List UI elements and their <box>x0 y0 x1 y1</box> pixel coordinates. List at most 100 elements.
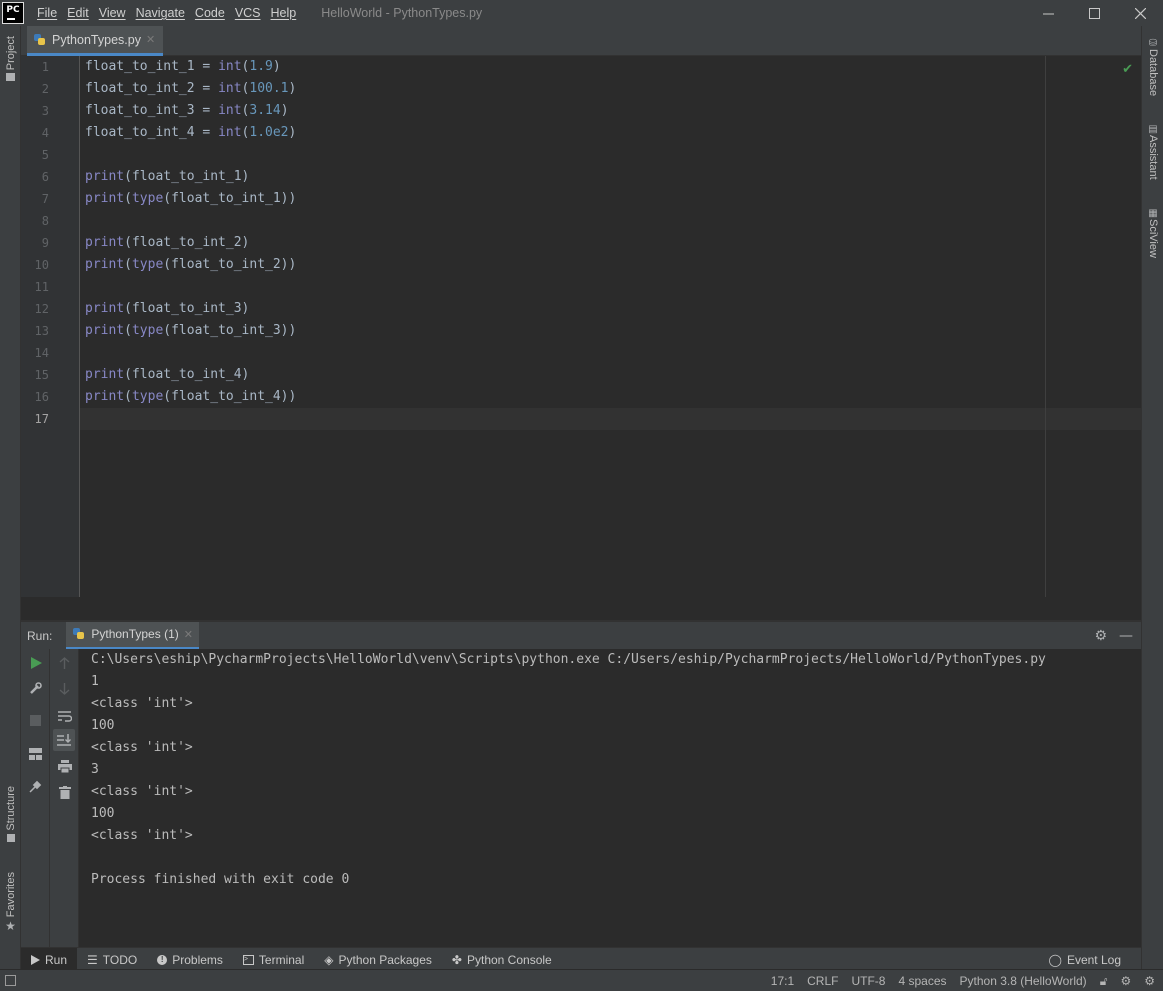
database-tool-button[interactable]: ⛁ Database <box>1142 38 1163 96</box>
todo-tool-button[interactable]: ☰ TODO <box>77 948 147 972</box>
run-console-output[interactable]: C:\Users\eship\PycharmProjects\HelloWorl… <box>79 649 1141 947</box>
line-number: 4 <box>41 126 49 140</box>
tab-python-types[interactable]: PythonTypes.py ✕ <box>27 26 164 56</box>
favorites-tool-button[interactable]: Favorites ★ <box>0 872 21 933</box>
console-line: 3 <box>91 762 99 777</box>
code-line[interactable]: float_to_int_1 = int(1.9) <box>85 56 281 78</box>
inspection-icon[interactable]: ⚙ <box>1120 974 1131 988</box>
code-line[interactable]: print(type(float_to_int_4)) <box>85 386 296 408</box>
minimize-button[interactable] <box>1025 0 1071 26</box>
python-packages-tool-button[interactable]: ◈ Python Packages <box>314 948 442 972</box>
bottom-tool-bar: Run ☰ TODO ! Problems > Terminal ◈ Pytho… <box>21 947 1141 972</box>
event-log-tool-label: Event Log <box>1066 953 1121 967</box>
line-number: 16 <box>34 390 49 404</box>
stop-icon <box>30 715 41 726</box>
line-number: 7 <box>41 192 49 206</box>
menu-file[interactable]: File <box>32 0 62 26</box>
code-line[interactable]: print(type(float_to_int_3)) <box>85 320 296 342</box>
scroll-to-end-button[interactable] <box>53 729 75 751</box>
stop-button[interactable] <box>28 713 43 728</box>
no-problems-check-icon[interactable]: ✔ <box>1122 62 1133 77</box>
pin-tab-button[interactable] <box>28 779 43 794</box>
maximize-button[interactable] <box>1071 0 1117 26</box>
sciview-tool-button[interactable]: ▦ SciView <box>1142 208 1163 258</box>
gear-icon[interactable]: ⚙ <box>1094 628 1107 644</box>
scroll-up-button[interactable] <box>57 655 72 670</box>
python-file-icon <box>34 33 45 45</box>
arrow-up-icon <box>59 656 70 669</box>
python-console-icon: ✤ <box>451 952 462 967</box>
run-panel-actions: ⚙ — <box>1094 628 1133 644</box>
soft-wrap-icon <box>57 710 72 722</box>
run-tab-close-icon[interactable]: ✕ <box>184 628 193 641</box>
console-line: <class 'int'> <box>91 784 193 799</box>
close-window-button[interactable] <box>1117 0 1163 26</box>
layers-icon: ◈ <box>324 952 334 967</box>
menu-navigate[interactable]: Navigate <box>131 0 190 26</box>
code-line[interactable]: float_to_int_2 = int(100.1) <box>85 78 296 100</box>
scroll-down-button[interactable] <box>57 681 72 696</box>
code-line[interactable]: print(float_to_int_4) <box>85 364 249 386</box>
problems-tool-button[interactable]: ! Problems <box>147 948 233 972</box>
window-title: HelloWorld - PythonTypes.py <box>321 6 483 20</box>
clear-all-button[interactable] <box>57 785 72 800</box>
code-line[interactable]: float_to_int_4 = int(1.0e2) <box>85 122 296 144</box>
code-line[interactable]: print(type(float_to_int_2)) <box>85 254 296 276</box>
console-line: C:\Users\eship\PycharmProjects\HelloWorl… <box>91 652 1046 667</box>
python-console-tool-button[interactable]: ✤ Python Console <box>442 948 562 972</box>
indent-setting[interactable]: 4 spaces <box>898 974 946 988</box>
project-tool-button[interactable]: Project <box>0 36 21 84</box>
tab-close-icon[interactable]: ✕ <box>146 33 155 46</box>
line-number: 11 <box>34 280 49 294</box>
menu-help[interactable]: Help <box>266 0 302 26</box>
edit-config-button[interactable] <box>28 681 43 696</box>
soft-wrap-button[interactable] <box>57 708 72 723</box>
run-panel-header: Run: PythonTypes (1) ✕ ⚙ — <box>21 621 1141 650</box>
line-number: 5 <box>41 148 49 162</box>
play-icon <box>31 954 40 965</box>
menu-code[interactable]: Code <box>190 0 230 26</box>
restore-layout-button[interactable] <box>28 746 43 761</box>
file-encoding[interactable]: UTF-8 <box>851 974 885 988</box>
assistant-tool-button[interactable]: ▤ Assistant <box>1142 124 1163 180</box>
code-line[interactable]: print(float_to_int_2) <box>85 232 249 254</box>
code-line[interactable]: print(float_to_int_1) <box>85 166 249 188</box>
line-number: 1 <box>41 60 49 74</box>
sciview-icon: ▦ <box>1148 208 1158 219</box>
code-line[interactable]: print(type(float_to_int_1)) <box>85 188 296 210</box>
trash-icon <box>58 786 71 799</box>
run-config-tab[interactable]: PythonTypes (1) ✕ <box>66 621 199 650</box>
problems-tool-label: Problems <box>172 952 223 967</box>
python-interpreter[interactable]: Python 3.8 (HelloWorld) <box>960 974 1087 988</box>
menu-view[interactable]: View <box>94 0 131 26</box>
print-button[interactable] <box>57 759 72 774</box>
hide-panel-icon[interactable]: — <box>1119 628 1133 644</box>
tab-label: PythonTypes.py <box>52 32 141 47</box>
wrench-icon <box>30 682 42 694</box>
run-tool-button[interactable]: Run <box>21 947 78 972</box>
run-toolbar-primary <box>21 649 50 947</box>
menu-vcs[interactable]: VCS <box>230 0 266 26</box>
caret-position[interactable]: 17:1 <box>771 974 794 988</box>
terminal-tool-button[interactable]: > Terminal <box>233 948 314 972</box>
rerun-button[interactable] <box>28 655 43 670</box>
menu-edit[interactable]: Edit <box>62 0 94 26</box>
database-label: Database <box>1147 49 1159 97</box>
left-tool-strip: Project Structure Favorites ★ <box>0 26 21 969</box>
menu-bar: File Edit View Navigate Code VCS Help <box>32 0 301 26</box>
right-tool-strip: ⛁ Database ▤ Assistant ▦ SciView <box>1141 26 1163 969</box>
code-line[interactable]: float_to_int_3 = int(3.14) <box>85 100 289 122</box>
layout-icon <box>29 747 42 760</box>
database-icon: ⛁ <box>1148 38 1158 49</box>
lock-icon[interactable]: 🔓︎ <box>1100 974 1108 989</box>
code-editor[interactable]: 1 2 3 4 5 6 7 8 9 10 11 12 13 14 15 16 17 float_to_int_1… <box>21 56 1141 597</box>
toggle-tool-windows-icon[interactable] <box>5 975 16 986</box>
line-separator[interactable]: CRLF <box>807 974 838 988</box>
list-icon: ☰ <box>87 952 98 967</box>
structure-tool-button[interactable]: Structure <box>0 786 21 845</box>
code-line[interactable]: print(float_to_int_3) <box>85 298 249 320</box>
line-number: 8 <box>41 214 49 228</box>
python-console-tool-label: Python Console <box>466 952 552 967</box>
run-toolbar-secondary <box>50 649 79 947</box>
settings-gear-icon[interactable]: ⚙ <box>1144 974 1155 988</box>
